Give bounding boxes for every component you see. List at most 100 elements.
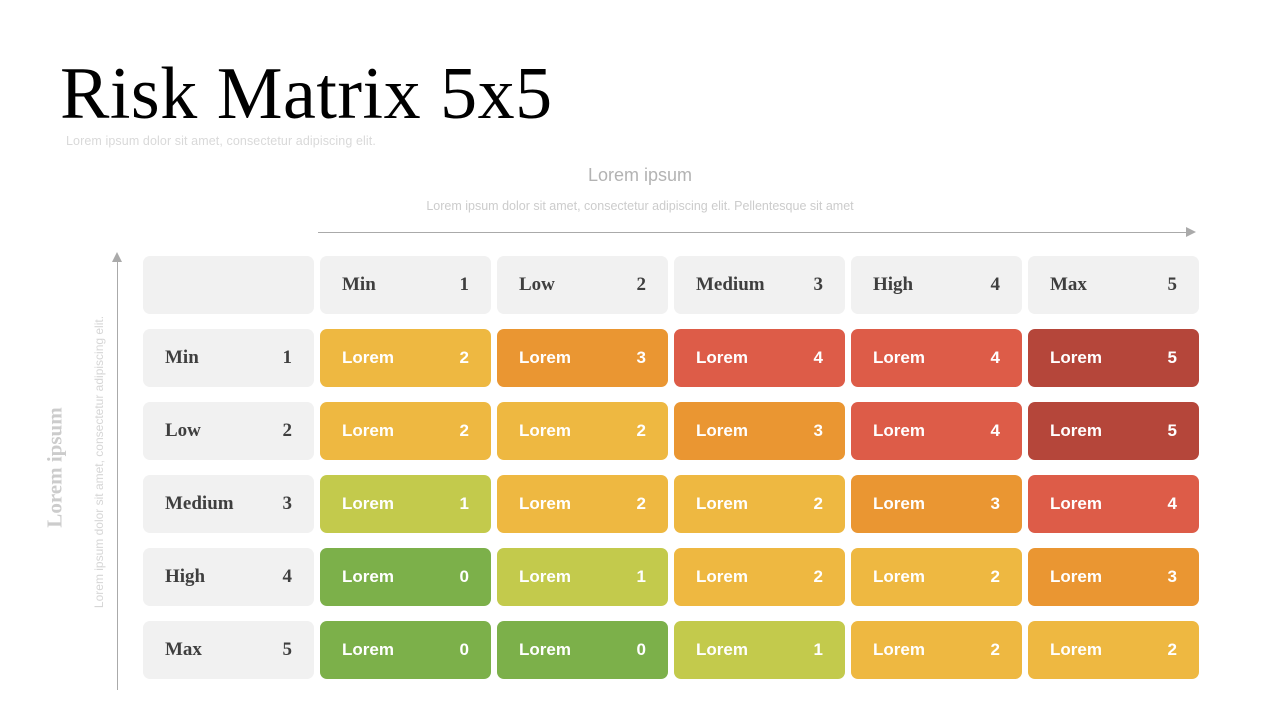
cell-label: Lorem [696, 421, 748, 440]
cell-label: Lorem [1050, 421, 1102, 440]
cell-label: Lorem [519, 494, 571, 513]
cell-label: Min [342, 274, 376, 295]
matrix-cell[interactable]: Lorem 5 [1028, 329, 1199, 387]
cell-value: 4 [1167, 494, 1177, 513]
cell-label: High [873, 274, 914, 295]
cell-value: 4 [990, 348, 1000, 367]
matrix-cell[interactable]: Lorem 2 [497, 402, 668, 460]
cell-value: 1 [636, 567, 646, 586]
cell-label: Lorem [696, 494, 748, 513]
cell-label: Lorem [342, 640, 394, 659]
cell-value: 3 [1167, 567, 1177, 586]
cell-label: Max [1050, 274, 1087, 295]
cell-value: 4 [813, 348, 823, 367]
matrix-cell[interactable]: Lorem 0 [320, 621, 491, 679]
matrix-cell[interactable]: Lorem 1 [320, 475, 491, 533]
y-axis-subtitle: Lorem ipsum dolor sit amet, consectetur … [92, 315, 106, 609]
matrix-cell[interactable]: Lorem 4 [851, 329, 1022, 387]
cell-value: 2 [282, 420, 293, 441]
cell-value: 2 [636, 274, 647, 295]
cell-label: Min [165, 347, 199, 368]
matrix-cell[interactable]: Lorem 2 [674, 475, 845, 533]
matrix-cell[interactable]: Lorem 3 [851, 475, 1022, 533]
matrix-cell[interactable]: Lorem 4 [674, 329, 845, 387]
cell-value: 4 [990, 274, 1001, 295]
cell-label: Medium [696, 274, 765, 295]
slide-canvas: Risk Matrix 5x5 Lorem ipsum dolor sit am… [0, 0, 1280, 720]
cell-value: 2 [636, 494, 646, 513]
cell-value: 2 [459, 421, 469, 440]
matrix-cell[interactable]: Lorem 2 [320, 329, 491, 387]
cell-value: 2 [813, 494, 823, 513]
y-axis-line [117, 262, 118, 690]
cell-label: High [165, 566, 206, 587]
cell-value: 4 [282, 566, 293, 587]
row-header-medium: Medium 3 [143, 475, 314, 533]
cell-value: 1 [282, 347, 293, 368]
cell-value: 5 [1167, 274, 1178, 295]
cell-label: Max [165, 639, 202, 660]
matrix-cell[interactable]: Lorem 2 [674, 548, 845, 606]
x-axis-line [318, 232, 1190, 233]
matrix-cell[interactable]: Lorem 2 [1028, 621, 1199, 679]
cell-label: Low [165, 420, 201, 441]
matrix-cell[interactable]: Lorem 0 [320, 548, 491, 606]
matrix-cell[interactable]: Lorem 2 [497, 475, 668, 533]
matrix-cell[interactable]: Lorem 2 [320, 402, 491, 460]
row-header-low: Low 2 [143, 402, 314, 460]
matrix-cell[interactable]: Lorem 2 [851, 548, 1022, 606]
cell-label: Lorem [519, 348, 571, 367]
cell-value: 3 [990, 494, 1000, 513]
matrix-cell[interactable]: Lorem 5 [1028, 402, 1199, 460]
matrix-cell[interactable]: Lorem 3 [497, 329, 668, 387]
cell-value: 0 [636, 640, 646, 659]
cell-label: Lorem [696, 348, 748, 367]
cell-value: 1 [813, 640, 823, 659]
cell-label: Lorem [696, 567, 748, 586]
column-header-max: Max 5 [1028, 256, 1199, 314]
cell-label: Lorem [873, 348, 925, 367]
cell-label: Lorem [1050, 640, 1102, 659]
cell-label: Lorem [873, 421, 925, 440]
cell-label: Lorem [519, 421, 571, 440]
cell-value: 2 [990, 640, 1000, 659]
cell-value: 1 [459, 274, 470, 295]
cell-value: 5 [1167, 348, 1177, 367]
risk-matrix-grid: Min 1 Low 2 Medium 3 High 4 Max 5 Min 1 Lorem 2 Lorem 3… [143, 256, 1199, 679]
cell-label: Lorem [342, 421, 394, 440]
x-axis-subtitle: Lorem ipsum dolor sit amet, consectetur … [426, 199, 854, 213]
cell-label: Lorem [873, 640, 925, 659]
cell-value: 0 [459, 567, 469, 586]
cell-value: 2 [636, 421, 646, 440]
matrix-corner-cell [143, 256, 314, 314]
cell-label: Lorem [519, 567, 571, 586]
cell-value: 4 [990, 421, 1000, 440]
matrix-cell[interactable]: Lorem 3 [674, 402, 845, 460]
cell-value: 5 [1167, 421, 1177, 440]
row-header-high: High 4 [143, 548, 314, 606]
cell-value: 3 [813, 274, 824, 295]
matrix-cell[interactable]: Lorem 1 [497, 548, 668, 606]
cell-value: 5 [282, 639, 293, 660]
column-header-low: Low 2 [497, 256, 668, 314]
matrix-cell[interactable]: Lorem 4 [1028, 475, 1199, 533]
y-axis-title: Lorem ipsum [42, 407, 67, 528]
cell-value: 1 [459, 494, 469, 513]
cell-label: Lorem [342, 567, 394, 586]
cell-label: Lorem [873, 494, 925, 513]
row-header-min: Min 1 [143, 329, 314, 387]
cell-value: 2 [813, 567, 823, 586]
x-axis-arrow-icon [1186, 227, 1196, 237]
column-header-high: High 4 [851, 256, 1022, 314]
x-axis-title: Lorem ipsum [587, 165, 693, 185]
matrix-cell[interactable]: Lorem 1 [674, 621, 845, 679]
cell-value: 0 [459, 640, 469, 659]
cell-label: Lorem [342, 348, 394, 367]
matrix-cell[interactable]: Lorem 3 [1028, 548, 1199, 606]
cell-value: 2 [459, 348, 469, 367]
matrix-cell[interactable]: Lorem 2 [851, 621, 1022, 679]
cell-label: Lorem [696, 640, 748, 659]
page-subtitle: Lorem ipsum dolor sit amet, consectetur … [66, 134, 376, 148]
matrix-cell[interactable]: Lorem 4 [851, 402, 1022, 460]
matrix-cell[interactable]: Lorem 0 [497, 621, 668, 679]
